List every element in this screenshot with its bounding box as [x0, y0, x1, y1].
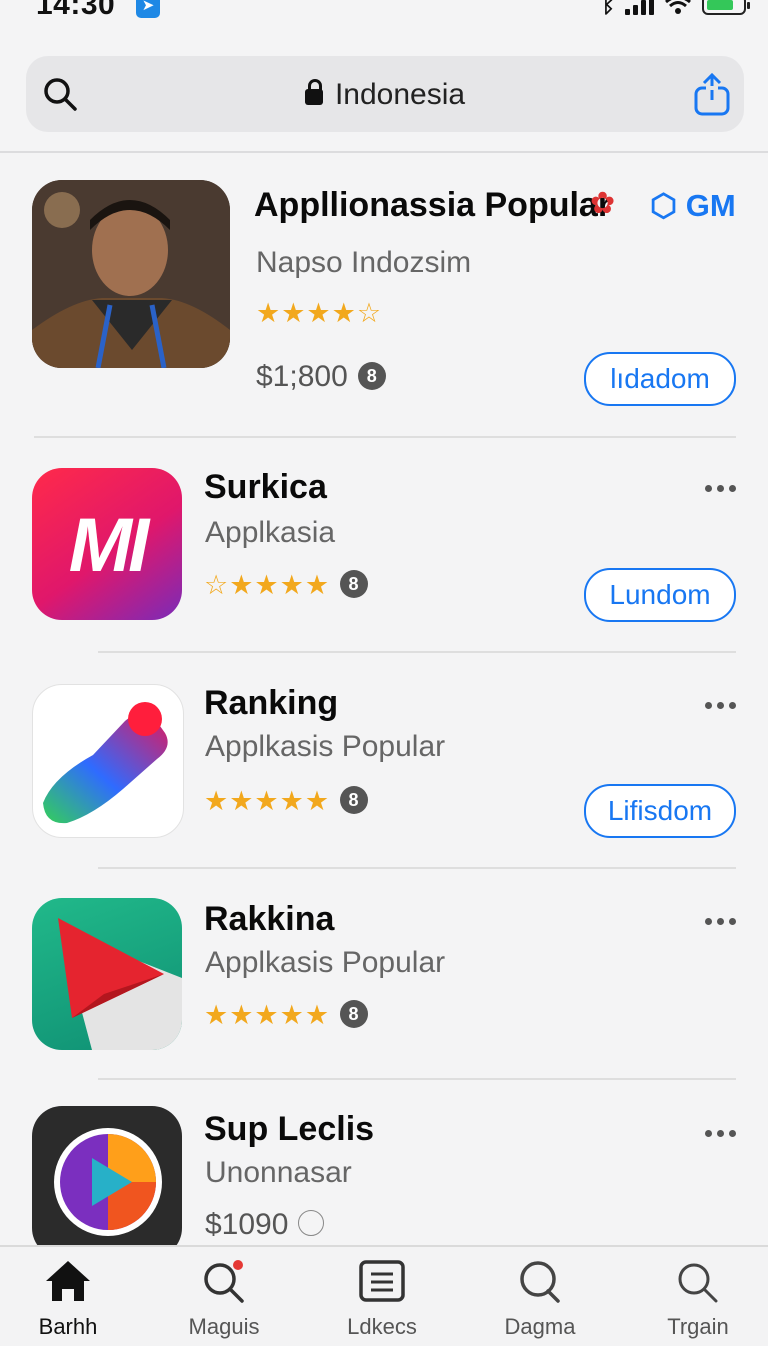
- row-divider: [98, 651, 736, 653]
- row-divider: [98, 867, 736, 869]
- app-icon-label: MI: [68, 503, 149, 588]
- search-icon: [520, 1261, 560, 1303]
- media-player-icon: [54, 1128, 162, 1236]
- age-rating-badge: 8: [340, 570, 369, 598]
- search-icon: [678, 1263, 718, 1303]
- age-rating-badge: 8: [357, 362, 386, 390]
- featured-price: $1;800: [256, 360, 348, 393]
- tab-trgain[interactable]: Trgain: [628, 1259, 768, 1340]
- get-button[interactable]: Lundom: [584, 568, 736, 622]
- wifi-icon: [665, 0, 691, 14]
- app-price-wrap: $1090: [205, 1208, 325, 1242]
- app-title: Sup Leclis: [204, 1110, 375, 1148]
- search-icon: [204, 1260, 244, 1303]
- app-rating: ★★★★★ 8: [204, 786, 369, 817]
- more-options-icon[interactable]: [705, 485, 736, 492]
- featured-subtitle: Napso Indozsim: [256, 246, 472, 279]
- status-time: 14:30: [36, 0, 116, 21]
- rocket-icon: [43, 702, 168, 824]
- featured-title: Appllionassia Popular: [254, 186, 612, 224]
- rose-icon: ✿: [590, 187, 616, 220]
- row-divider: [98, 1078, 736, 1080]
- app-rating: ☆★★★★ 8: [204, 570, 369, 601]
- featured-badge[interactable]: ⬡ GM: [650, 188, 736, 224]
- tab-dagma[interactable]: Dagma: [470, 1259, 610, 1340]
- share-icon[interactable]: [692, 72, 732, 116]
- age-circle-icon: [298, 1210, 325, 1236]
- bluetooth-icon: ᛒ: [601, 0, 615, 17]
- app-price: $1090: [205, 1208, 289, 1241]
- app-subtitle: Applkasis Popular: [205, 946, 446, 979]
- address-field[interactable]: Indonesia: [26, 78, 744, 112]
- signal-icon: [625, 0, 654, 15]
- header-divider: [0, 151, 768, 153]
- status-bar: 14:30 ➤ ᛒ: [0, 0, 768, 22]
- age-rating-badge: 8: [340, 1000, 369, 1028]
- more-options-icon[interactable]: [705, 1130, 736, 1137]
- location-icon: ➤: [136, 0, 160, 18]
- address-bar[interactable]: Indonesia: [26, 56, 744, 132]
- tab-ldkecs[interactable]: Ldkecs: [312, 1259, 452, 1340]
- lock-icon: [304, 79, 323, 105]
- more-options-icon[interactable]: [705, 918, 736, 925]
- tab-label: Trgain: [667, 1314, 729, 1339]
- app-row[interactable]: MI Surkica Applkasia ☆★★★★ 8 Lundom: [0, 466, 768, 636]
- featured-app-photo: [32, 180, 230, 368]
- tab-label: Ldkecs: [347, 1314, 417, 1339]
- featured-app-row[interactable]: Appllionassia Popular ✿ ⬡ GM Napso Indoz…: [0, 180, 768, 430]
- tab-label: Maguis: [188, 1314, 260, 1339]
- app-row[interactable]: Sup Leclis Unonnasar $1090: [0, 1104, 768, 1258]
- tab-label: Barhh: [38, 1314, 98, 1339]
- app-title: Ranking: [204, 684, 339, 722]
- battery-icon: [702, 0, 750, 15]
- hexagon-icon: ⬡: [650, 188, 678, 223]
- row-divider: [34, 436, 736, 438]
- age-rating-badge: 8: [340, 786, 369, 814]
- more-options-icon[interactable]: [705, 702, 736, 709]
- app-icon-surkica: MI: [32, 468, 182, 620]
- app-row[interactable]: Ranking Applkasis Popular ★★★★★ 8 Lifisdo…: [0, 682, 768, 852]
- tab-home[interactable]: Barhh: [0, 1259, 138, 1340]
- play-arrow-icon: [58, 918, 182, 1050]
- tab-label: Dagma: [504, 1314, 576, 1339]
- tab-maguis[interactable]: Maguis: [154, 1259, 294, 1340]
- app-icon-sup-leclis: [32, 1106, 182, 1258]
- app-rating: ★★★★★ 8: [204, 1000, 369, 1031]
- app-title: Rakkina: [204, 900, 335, 938]
- app-subtitle: Applkasis Popular: [205, 730, 446, 763]
- person-photo-icon: [32, 180, 230, 368]
- tab-bar: Barhh Maguis Ldkecs Dagma Trgain: [0, 1245, 768, 1346]
- app-icon-ranking: [32, 684, 184, 838]
- address-text: Indonesia: [334, 78, 466, 111]
- app-subtitle: Unonnasar: [205, 1156, 352, 1189]
- featured-badge-label: GM: [685, 188, 736, 223]
- app-title: Surkica: [204, 468, 327, 506]
- home-icon: [46, 1261, 90, 1301]
- app-subtitle: Applkasia: [205, 516, 336, 549]
- featured-rating: ★★★★☆: [256, 298, 383, 328]
- get-button[interactable]: Lifisdom: [584, 784, 736, 838]
- list-icon: [359, 1260, 405, 1302]
- app-row[interactable]: Rakkina Applkasis Popular ★★★★★ 8: [0, 896, 768, 1066]
- featured-get-button[interactable]: lıdadom: [584, 352, 736, 406]
- app-icon-rakkina: [32, 898, 182, 1050]
- system-icons: ᛒ: [601, 0, 750, 18]
- featured-price-wrap: $1;800 8: [256, 360, 386, 394]
